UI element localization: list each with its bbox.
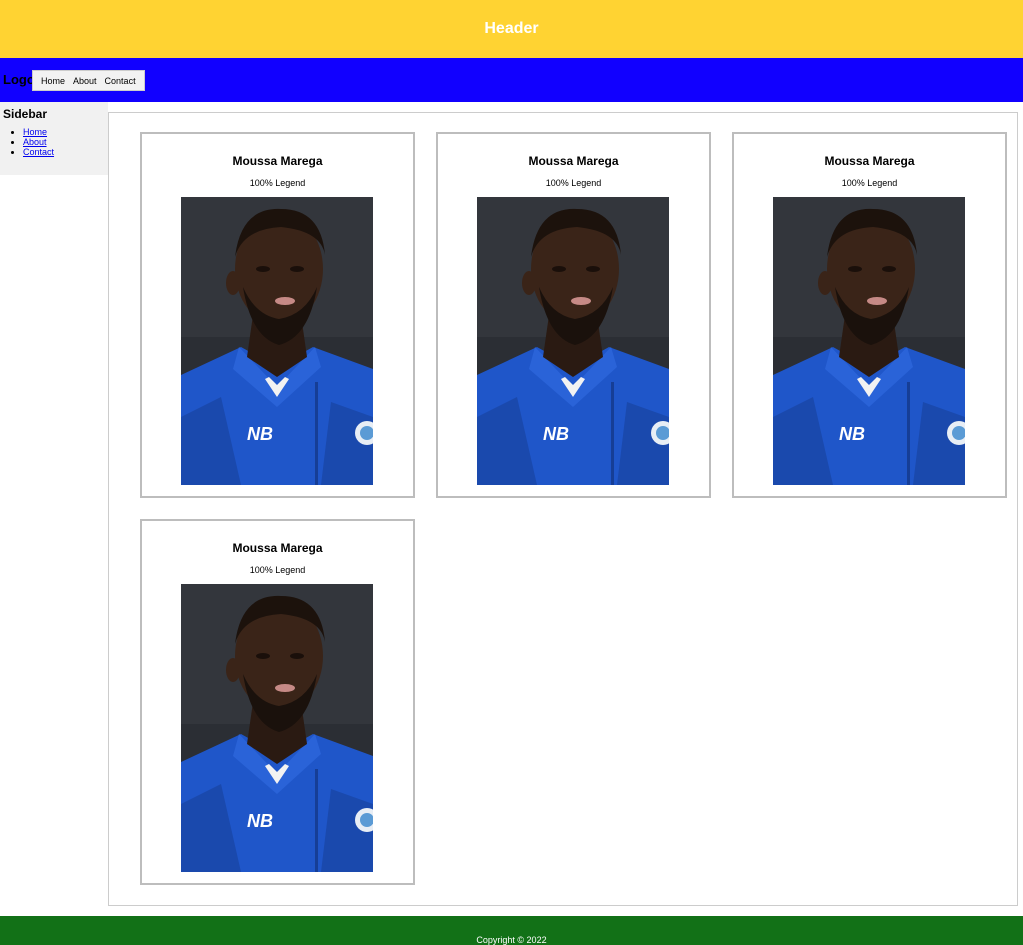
player-card: Moussa Marega 100% Legend	[436, 132, 711, 498]
player-photo	[181, 197, 373, 485]
card-title: Moussa Marega	[528, 154, 619, 168]
nav-item-about[interactable]: About	[69, 76, 101, 86]
sidebar-link-contact[interactable]: Contact	[23, 147, 54, 157]
sidebar-item-about: About	[23, 137, 105, 147]
copyright-text: Copyright © 2022	[476, 935, 547, 945]
card-caption: 100% Legend	[249, 565, 306, 575]
card-caption: 100% Legend	[841, 178, 898, 188]
card-title: Moussa Marega	[232, 154, 323, 168]
player-card: Moussa Marega 100% Legend	[140, 519, 415, 885]
sidebar: Sidebar Home About Contact	[0, 102, 108, 175]
player-card: Moussa Marega 100% Legend	[140, 132, 415, 498]
logo: Logo	[3, 72, 35, 87]
page-footer: Copyright © 2022	[0, 916, 1023, 945]
nav-item-home[interactable]: Home	[37, 76, 69, 86]
sidebar-item-home: Home	[23, 127, 105, 137]
card-title: Moussa Marega	[232, 541, 323, 555]
player-photo	[181, 584, 373, 872]
player-photo	[773, 197, 965, 485]
card-title: Moussa Marega	[824, 154, 915, 168]
top-navbar: Logo Home About Contact	[0, 58, 1023, 102]
player-card: Moussa Marega 100% Legend	[732, 132, 1007, 498]
nav-item-contact[interactable]: Contact	[101, 76, 140, 86]
header-title: Header	[484, 20, 539, 37]
page-header: Header	[0, 0, 1023, 58]
nav-menu: Home About Contact	[32, 70, 145, 91]
player-photo	[477, 197, 669, 485]
sidebar-title: Sidebar	[3, 107, 48, 121]
card-caption: 100% Legend	[249, 178, 306, 188]
sidebar-link-home[interactable]: Home	[23, 127, 47, 137]
sidebar-item-contact: Contact	[23, 147, 105, 157]
sidebar-link-about[interactable]: About	[23, 137, 47, 147]
sidebar-link-list: Home About Contact	[3, 127, 105, 157]
main-content: Moussa Marega 100% Legend Moussa Marega …	[108, 112, 1018, 906]
card-caption: 100% Legend	[545, 178, 602, 188]
